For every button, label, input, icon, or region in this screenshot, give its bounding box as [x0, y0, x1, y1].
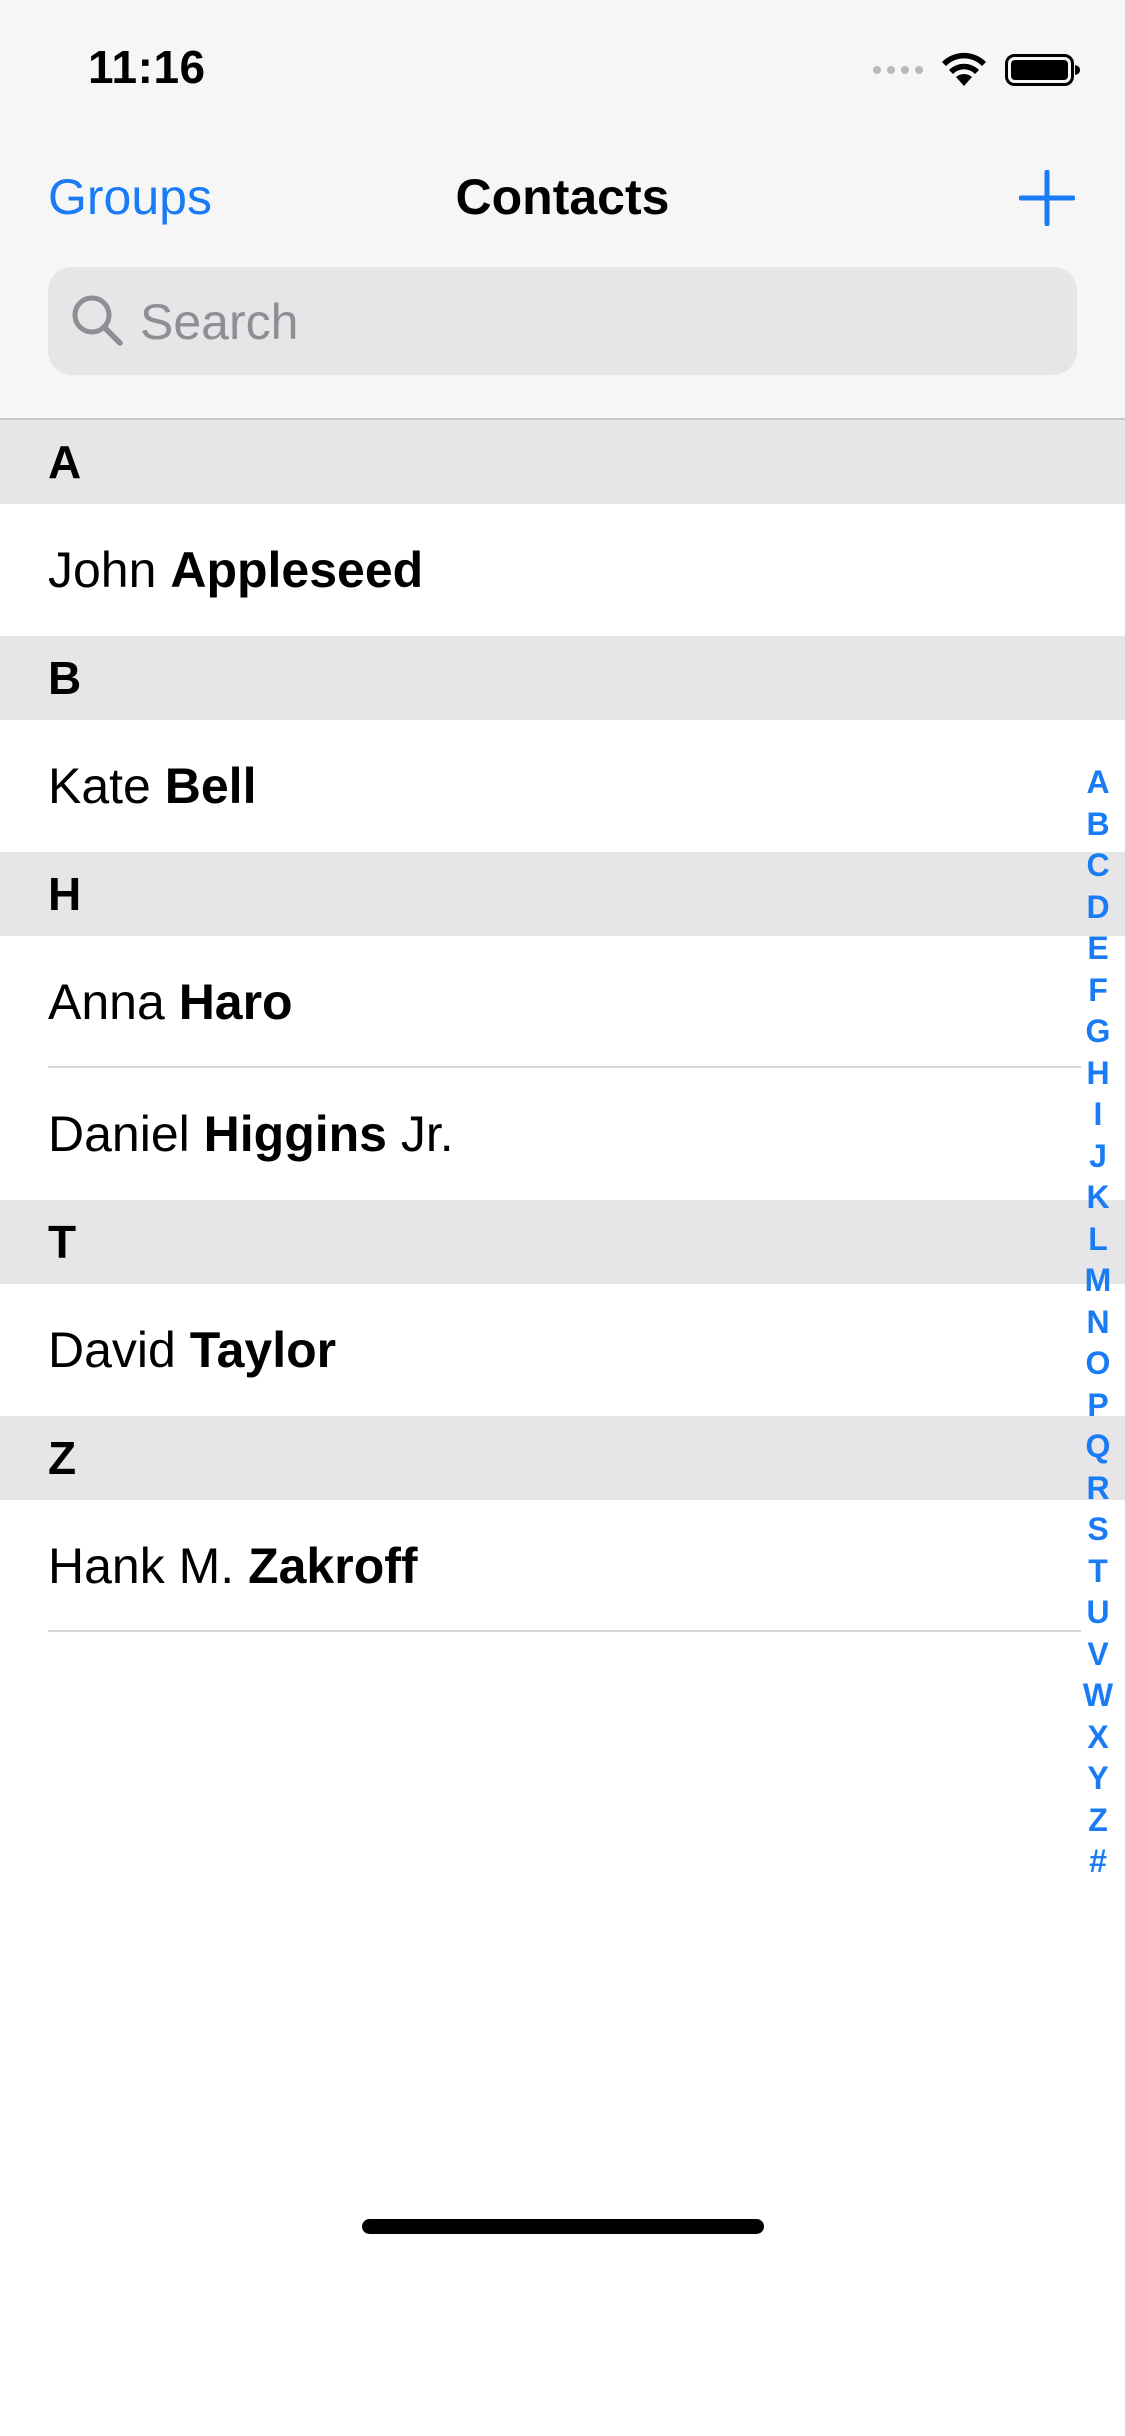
index-letter[interactable]: M [1085, 1260, 1112, 1302]
contact-row[interactable]: John Appleseed [0, 504, 1125, 636]
index-letter[interactable]: L [1088, 1219, 1108, 1261]
contact-first-name: Anna [48, 974, 165, 1030]
contact-last-name: Haro [178, 974, 293, 1030]
cellular-signal-icon [873, 66, 923, 74]
contact-row[interactable]: Kate Bell [0, 720, 1125, 852]
contact-last-name: Taylor [189, 1322, 337, 1378]
index-letter[interactable]: D [1086, 887, 1109, 929]
status-icons [873, 50, 1081, 90]
index-letter[interactable]: C [1086, 845, 1109, 887]
contact-last-name: Zakroff [248, 1538, 418, 1594]
contact-suffix: Jr. [400, 1106, 454, 1162]
search-bar[interactable] [48, 267, 1077, 377]
index-letter[interactable]: U [1086, 1592, 1109, 1634]
index-letter[interactable]: N [1086, 1302, 1109, 1344]
index-letter[interactable]: # [1089, 1841, 1107, 1883]
index-letter[interactable]: I [1094, 1094, 1103, 1136]
contact-first-name: Kate [48, 758, 151, 814]
contact-list: A John Appleseed B Kate Bell H Anna Haro… [0, 420, 1125, 1632]
navigation-header: 11:16 Groups Contacts [0, 0, 1125, 420]
index-letter[interactable]: V [1087, 1634, 1108, 1676]
contact-row[interactable]: David Taylor [0, 1284, 1125, 1416]
contact-row[interactable]: Hank M. Zakroff [0, 1500, 1125, 1632]
index-letter[interactable]: O [1086, 1343, 1111, 1385]
index-letter[interactable]: A [1086, 762, 1109, 804]
contact-last-name: Appleseed [170, 542, 424, 598]
groups-button[interactable]: Groups [48, 168, 212, 226]
contact-first-name: Daniel [48, 1106, 190, 1162]
index-letter[interactable]: R [1086, 1468, 1109, 1510]
index-letter[interactable]: P [1087, 1385, 1108, 1427]
section-index[interactable]: A B C D E F G H I J K L M N O P Q R S T U V W X Y Z # [1075, 762, 1121, 1883]
section-header-a: A [0, 420, 1125, 504]
contact-first-name: Hank M. [48, 1538, 235, 1594]
wifi-icon [942, 52, 986, 86]
contact-row[interactable]: Daniel Higgins Jr. [0, 1068, 1125, 1200]
index-letter[interactable]: E [1087, 928, 1108, 970]
section-header-h: H [0, 852, 1125, 936]
index-letter[interactable]: T [1088, 1551, 1108, 1593]
section-header-b: B [0, 636, 1125, 720]
home-indicator[interactable] [362, 2219, 764, 2234]
index-letter[interactable]: B [1086, 804, 1109, 846]
index-letter[interactable]: H [1086, 1053, 1109, 1095]
search-icon [72, 295, 123, 346]
contact-last-name: Bell [164, 758, 257, 814]
contact-row[interactable]: Anna Haro [0, 936, 1125, 1068]
index-letter[interactable]: X [1087, 1717, 1108, 1759]
section-header-z: Z [0, 1416, 1125, 1500]
section-header-t: T [0, 1200, 1125, 1284]
index-letter[interactable]: Y [1087, 1758, 1108, 1800]
index-letter[interactable]: F [1088, 970, 1108, 1012]
index-letter[interactable]: Z [1088, 1800, 1108, 1842]
status-time: 11:16 [88, 41, 206, 93]
index-letter[interactable]: G [1086, 1011, 1111, 1053]
index-letter[interactable]: W [1083, 1675, 1113, 1717]
index-letter[interactable]: Q [1086, 1426, 1111, 1468]
index-letter[interactable]: J [1089, 1136, 1107, 1178]
contact-first-name: John [48, 542, 157, 598]
index-letter[interactable]: S [1087, 1509, 1108, 1551]
contact-first-name: David [48, 1322, 176, 1378]
search-input[interactable] [138, 267, 1042, 377]
plus-icon[interactable] [1019, 170, 1075, 226]
contact-last-name: Higgins [203, 1106, 387, 1162]
battery-icon [1005, 54, 1080, 86]
index-letter[interactable]: K [1086, 1177, 1109, 1219]
